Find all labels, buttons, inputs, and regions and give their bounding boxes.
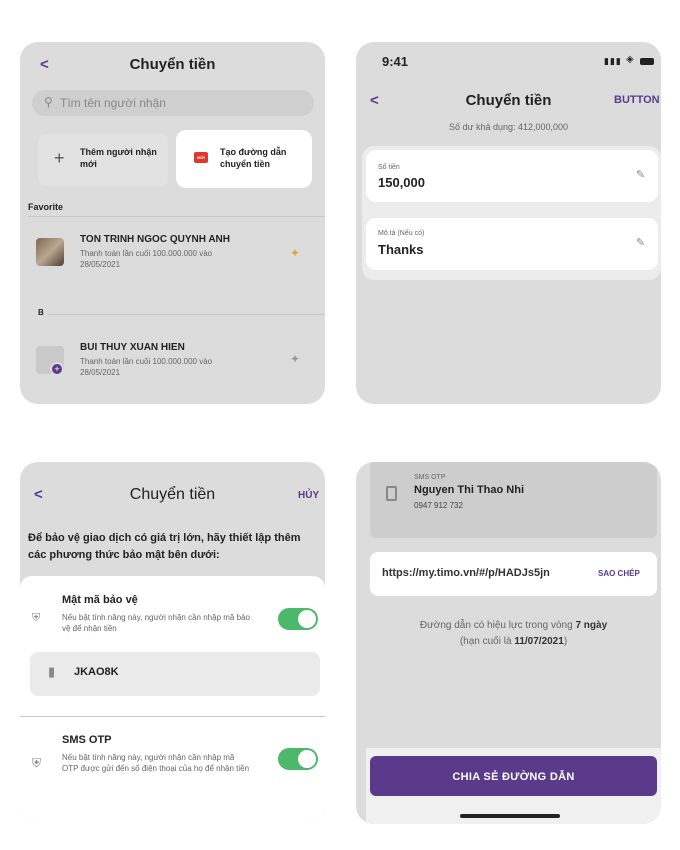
description-value: Thanks bbox=[378, 242, 424, 257]
battery-icon bbox=[640, 58, 654, 65]
contact-detail: Thanh toán lần cuối 100.000.000 vào 28/0… bbox=[80, 249, 213, 269]
shield-icon: ⛨ bbox=[32, 612, 41, 624]
create-link-button[interactable]: MỚI Tạo đường dẫn chuyển tiền bbox=[176, 130, 312, 188]
amount-label: Số tiền bbox=[378, 164, 400, 171]
passcode-description: Nếu bật tính năng này, người nhận cần nh… bbox=[62, 613, 250, 633]
validity-text: Đường dẫn có hiệu lực trong vòng bbox=[419, 620, 573, 631]
contact-name: BUI THUY XUAN HIEN bbox=[80, 342, 185, 353]
security-intro: Để bảo vệ giao dịch có giá trị lớn, hãy … bbox=[28, 532, 301, 561]
security-options-card: ⛨ Mật mã bảo vệ Nếu bật tính năng này, n… bbox=[20, 576, 325, 824]
sms-otp-description: Nếu bật tính năng này, người nhận cần nh… bbox=[62, 753, 250, 773]
favorite-header: Favorite bbox=[28, 202, 64, 212]
description-label: Mô tả (Nếu có) bbox=[378, 230, 425, 237]
validity-note: Đường dẫn có hiệu lực trong vòng 7 ngày … bbox=[376, 618, 651, 650]
search-input[interactable]: ⚲ Tìm tên người nhận bbox=[32, 90, 314, 116]
sms-otp-toggle[interactable] bbox=[278, 748, 318, 770]
sms-otp-title: SMS OTP bbox=[62, 734, 112, 746]
link-url[interactable]: https://my.timo.vn/#/p/HADJs5jn bbox=[382, 567, 550, 579]
recipient-card: SMS OTP Nguyen Thi Thao Nhi 0947 912 732 bbox=[370, 462, 657, 538]
validity-text: (hạn cuối là bbox=[459, 636, 512, 647]
phone-icon bbox=[386, 486, 397, 501]
pin-icon[interactable]: ✦ bbox=[290, 246, 300, 260]
share-link-screen: SMS OTP Nguyen Thi Thao Nhi 0947 912 732… bbox=[356, 462, 661, 824]
contact-name: TON TRINH NGOC QUYNH ANH bbox=[80, 234, 230, 245]
validity-days: 7 ngày bbox=[575, 620, 608, 631]
new-badge: MỚI bbox=[194, 152, 208, 163]
otp-caption: SMS OTP bbox=[414, 474, 446, 481]
share-link-button[interactable]: CHIA SẺ ĐƯỜNG DẪN bbox=[370, 756, 657, 796]
description-field[interactable]: Mô tả (Nếu có) Thanks ✎ bbox=[366, 218, 658, 270]
passcode-field[interactable]: ▮ JKAO8K bbox=[30, 652, 320, 696]
page-title: Chuyển tiền bbox=[129, 486, 216, 503]
search-placeholder: Tìm tên người nhận bbox=[60, 96, 166, 110]
contact-detail: Thanh toán lần cuối 100.000.000 vào 28/0… bbox=[80, 357, 213, 377]
amount-field[interactable]: Số tiền 150,000 ✎ bbox=[366, 150, 658, 202]
section-header-b: B bbox=[38, 308, 44, 317]
cancel-button[interactable]: HỦY bbox=[298, 490, 319, 501]
divider bbox=[48, 314, 325, 315]
avatar bbox=[36, 238, 64, 266]
plus-icon: + bbox=[54, 148, 65, 168]
contact-picker-screen: < Chuyển tiền ⚲ Tìm tên người nhận + Thê… bbox=[20, 42, 325, 404]
wifi-icon: ◈ bbox=[626, 54, 634, 65]
copy-button[interactable]: SAO CHÉP bbox=[598, 569, 640, 578]
passcode-value: JKAO8K bbox=[74, 666, 119, 678]
add-badge-icon: + bbox=[50, 362, 64, 376]
security-screen: < Chuyển tiền HỦY Để bảo vệ giao dịch có… bbox=[20, 462, 325, 824]
divider bbox=[20, 716, 325, 717]
recipient-phone: 0947 912 732 bbox=[414, 501, 463, 510]
add-recipient-label: Thêm người nhận mới bbox=[80, 147, 157, 169]
contact-row[interactable]: TON TRINH NGOC QUYNH ANH Thanh toán lần … bbox=[20, 228, 325, 288]
link-field: https://my.timo.vn/#/p/HADJs5jn SAO CHÉP bbox=[370, 552, 657, 596]
contact-row[interactable]: + BUI THUY XUAN HIEN Thanh toán lần cuối… bbox=[20, 336, 325, 396]
amount-value: 150,000 bbox=[378, 175, 425, 190]
edit-icon[interactable]: ✎ bbox=[636, 236, 645, 249]
edit-icon[interactable]: ✎ bbox=[636, 168, 645, 181]
divider bbox=[28, 216, 325, 217]
pin-icon[interactable]: ✦ bbox=[290, 352, 300, 366]
home-indicator bbox=[460, 814, 560, 818]
passcode-title: Mật mã bảo vệ bbox=[62, 594, 138, 606]
validity-date: 11/07/2021 bbox=[514, 636, 564, 647]
page-title: Chuyển tiền bbox=[129, 56, 216, 73]
passcode-toggle[interactable] bbox=[278, 608, 318, 630]
status-time: 9:41 bbox=[382, 54, 409, 69]
add-recipient-button[interactable]: + Thêm người nhận mới bbox=[38, 134, 168, 186]
search-icon: ⚲ bbox=[44, 95, 53, 109]
amount-screen: 9:41 ‪▮▮▮ ◈ < Chuyển tiền BUTTON Số dư k… bbox=[356, 42, 661, 404]
header-action-button[interactable]: BUTTON bbox=[614, 94, 660, 106]
share-link-label: CHIA SẺ ĐƯỜNG DẪN bbox=[452, 771, 575, 783]
validity-text: ) bbox=[563, 636, 568, 647]
lock-icon: ▮ bbox=[48, 664, 56, 679]
shield-icon: ⛨ bbox=[32, 756, 42, 770]
recipient-name: Nguyen Thi Thao Nhi bbox=[414, 484, 524, 496]
balance-text: Số dư khả dụng: 412,000,000 bbox=[448, 122, 569, 132]
create-link-label: Tạo đường dẫn chuyển tiền bbox=[220, 147, 287, 169]
signal-icon: ‪▮▮▮ bbox=[604, 56, 622, 66]
